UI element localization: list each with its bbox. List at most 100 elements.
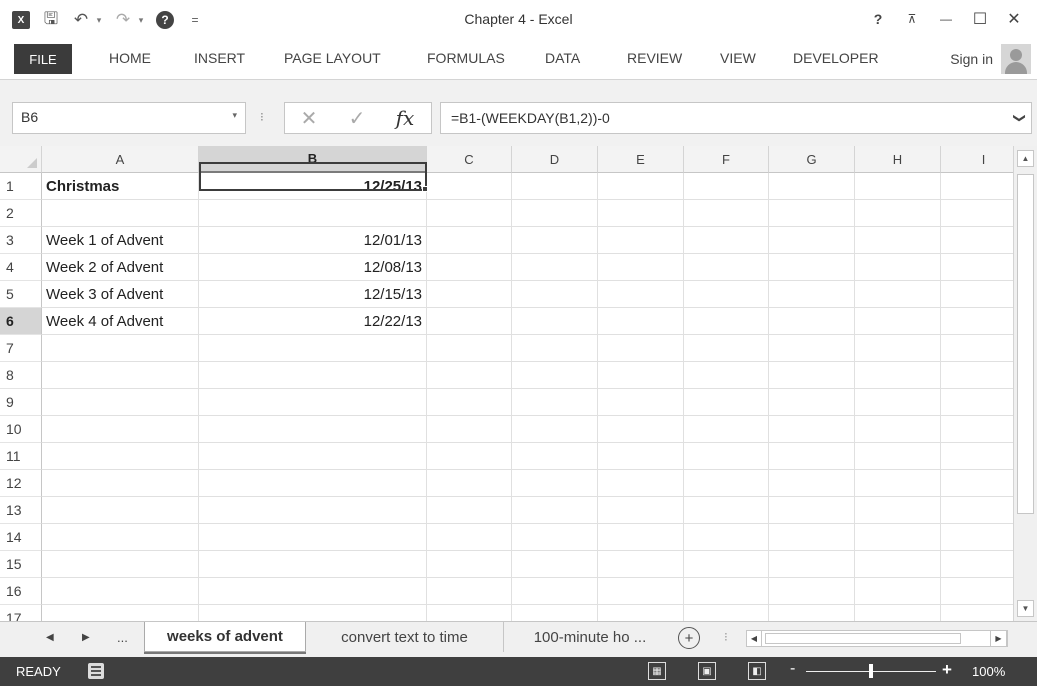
close-button[interactable]: ✕ xyxy=(997,6,1031,32)
cell-b3[interactable]: 12/01/13 xyxy=(199,227,427,254)
cell-h13[interactable] xyxy=(855,497,941,524)
tab-developer[interactable]: DEVELOPER xyxy=(793,50,879,66)
horizontal-scrollbar[interactable]: ◀ xyxy=(746,630,1008,647)
cell-a14[interactable] xyxy=(42,524,199,551)
row-header-4[interactable]: 4 xyxy=(0,254,42,281)
enter-icon[interactable]: ✓ xyxy=(333,106,381,131)
cell-c10[interactable] xyxy=(427,416,512,443)
cell-a4[interactable]: Week 2 of Advent xyxy=(42,254,199,281)
row-header-11[interactable]: 11 xyxy=(0,443,42,470)
cell-b4[interactable]: 12/08/13 xyxy=(199,254,427,281)
select-all-button[interactable] xyxy=(0,146,42,173)
cell-d14[interactable] xyxy=(512,524,598,551)
cell-c1[interactable] xyxy=(427,173,512,200)
row-header-1[interactable]: 1 xyxy=(0,173,42,200)
cell-b1[interactable]: 12/25/13 xyxy=(199,173,427,200)
cell-a9[interactable] xyxy=(42,389,199,416)
cell-e11[interactable] xyxy=(598,443,684,470)
cell-d5[interactable] xyxy=(512,281,598,308)
maximize-button[interactable]: ☐ xyxy=(963,6,997,32)
cell-a6[interactable]: Week 4 of Advent xyxy=(42,308,199,335)
cancel-icon[interactable]: ✕ xyxy=(285,106,333,131)
cell-g6[interactable] xyxy=(769,308,855,335)
cell-d8[interactable] xyxy=(512,362,598,389)
cell-i15[interactable] xyxy=(941,551,1013,578)
sign-in-link[interactable]: Sign in xyxy=(950,51,993,67)
cell-c6[interactable] xyxy=(427,308,512,335)
name-box[interactable]: B6 ▾ xyxy=(12,102,246,134)
cell-c9[interactable] xyxy=(427,389,512,416)
cell-f16[interactable] xyxy=(684,578,769,605)
cell-g10[interactable] xyxy=(769,416,855,443)
row-header-13[interactable]: 13 xyxy=(0,497,42,524)
cell-g1[interactable] xyxy=(769,173,855,200)
cell-h17[interactable] xyxy=(855,605,941,621)
cell-g2[interactable] xyxy=(769,200,855,227)
cell-h1[interactable] xyxy=(855,173,941,200)
cell-h11[interactable] xyxy=(855,443,941,470)
cell-d7[interactable] xyxy=(512,335,598,362)
cell-e10[interactable] xyxy=(598,416,684,443)
cell-d13[interactable] xyxy=(512,497,598,524)
row-header-12[interactable]: 12 xyxy=(0,470,42,497)
cell-f5[interactable] xyxy=(684,281,769,308)
tab-file[interactable]: FILE xyxy=(14,44,72,74)
cell-d6[interactable] xyxy=(512,308,598,335)
cell-g11[interactable] xyxy=(769,443,855,470)
row-header-2[interactable]: 2 xyxy=(0,200,42,227)
cell-g3[interactable] xyxy=(769,227,855,254)
cell-d10[interactable] xyxy=(512,416,598,443)
cell-e12[interactable] xyxy=(598,470,684,497)
cell-i1[interactable] xyxy=(941,173,1013,200)
row-header-10[interactable]: 10 xyxy=(0,416,42,443)
row-header-8[interactable]: 8 xyxy=(0,362,42,389)
cell-c3[interactable] xyxy=(427,227,512,254)
cell-e2[interactable] xyxy=(598,200,684,227)
cell-i9[interactable] xyxy=(941,389,1013,416)
avatar[interactable] xyxy=(1001,44,1031,74)
cell-e17[interactable] xyxy=(598,605,684,621)
cell-e15[interactable] xyxy=(598,551,684,578)
vertical-scroll-thumb[interactable] xyxy=(1017,174,1034,514)
name-box-dropdown-icon[interactable]: ▾ xyxy=(232,110,237,121)
cell-f13[interactable] xyxy=(684,497,769,524)
cell-h10[interactable] xyxy=(855,416,941,443)
cell-i2[interactable] xyxy=(941,200,1013,227)
cell-c4[interactable] xyxy=(427,254,512,281)
cell-i14[interactable] xyxy=(941,524,1013,551)
cell-f10[interactable] xyxy=(684,416,769,443)
cell-h14[interactable] xyxy=(855,524,941,551)
tab-review[interactable]: REVIEW xyxy=(627,50,682,66)
help-button[interactable]: ? xyxy=(861,6,895,32)
vertical-scrollbar[interactable]: ▲ ▼ xyxy=(1013,146,1037,621)
cell-i6[interactable] xyxy=(941,308,1013,335)
row-header-3[interactable]: 3 xyxy=(0,227,42,254)
cell-i5[interactable] xyxy=(941,281,1013,308)
tab-page-layout[interactable]: PAGE LAYOUT xyxy=(284,50,381,66)
cell-b6[interactable]: 12/22/13 xyxy=(199,308,427,335)
insert-function-icon[interactable]: fx xyxy=(381,106,429,130)
cell-h2[interactable] xyxy=(855,200,941,227)
cell-b5[interactable]: 12/15/13 xyxy=(199,281,427,308)
cell-g12[interactable] xyxy=(769,470,855,497)
cell-e16[interactable] xyxy=(598,578,684,605)
cell-d3[interactable] xyxy=(512,227,598,254)
cell-a10[interactable] xyxy=(42,416,199,443)
cell-g5[interactable] xyxy=(769,281,855,308)
cell-h4[interactable] xyxy=(855,254,941,281)
cell-e3[interactable] xyxy=(598,227,684,254)
cell-a8[interactable] xyxy=(42,362,199,389)
column-header-c[interactable]: C xyxy=(427,146,512,173)
cell-f2[interactable] xyxy=(684,200,769,227)
column-header-f[interactable]: F xyxy=(684,146,769,173)
cell-e9[interactable] xyxy=(598,389,684,416)
cell-b9[interactable] xyxy=(199,389,427,416)
cell-e8[interactable] xyxy=(598,362,684,389)
cell-i10[interactable] xyxy=(941,416,1013,443)
cell-a5[interactable]: Week 3 of Advent xyxy=(42,281,199,308)
macro-recording-icon[interactable] xyxy=(88,663,104,679)
cell-c16[interactable] xyxy=(427,578,512,605)
tab-insert[interactable]: INSERT xyxy=(194,50,245,66)
cell-h12[interactable] xyxy=(855,470,941,497)
column-header-b[interactable]: B xyxy=(199,146,427,173)
